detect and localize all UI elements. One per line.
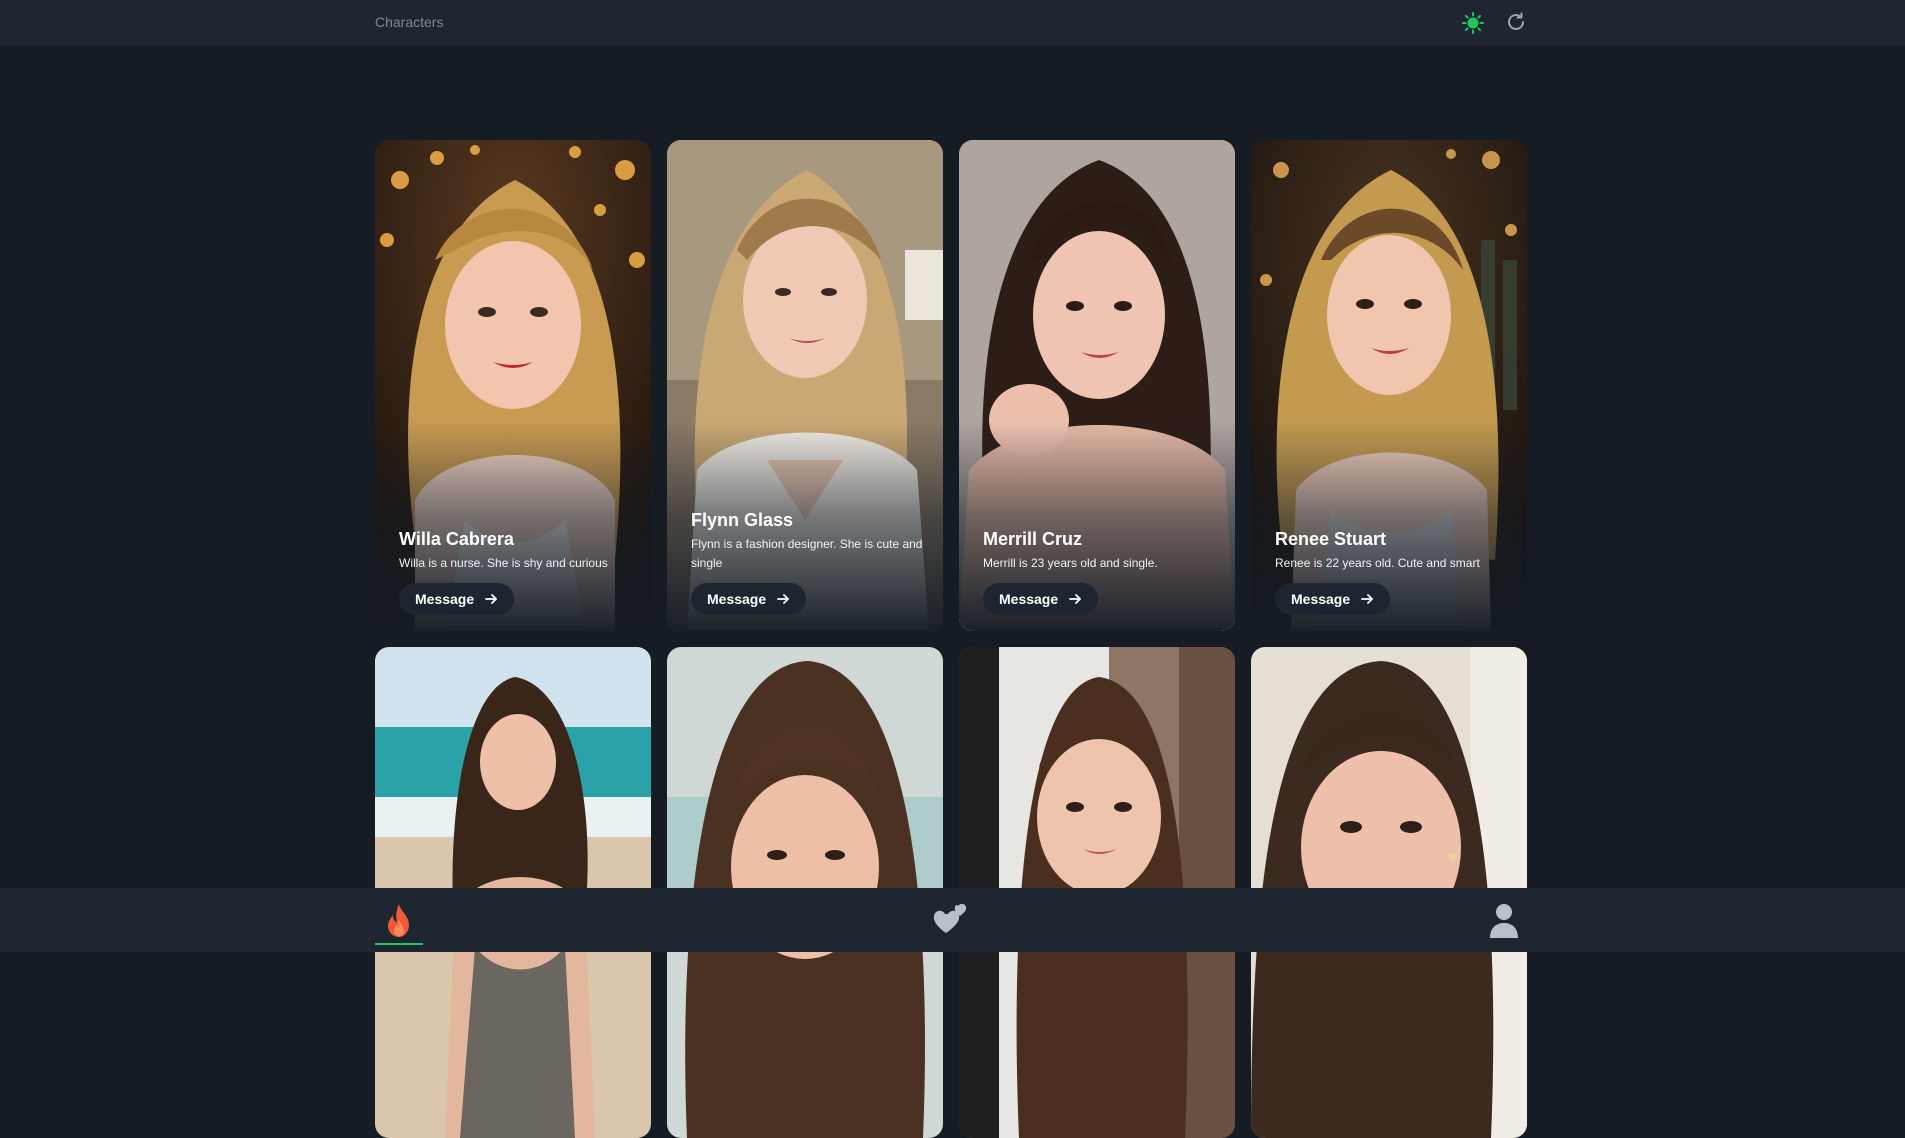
flame-icon — [388, 904, 409, 937]
card-info: Willa Cabrera Willa is a nurse. She is s… — [399, 529, 631, 615]
character-card[interactable]: Merrill Cruz Merrill is 23 years old and… — [959, 140, 1235, 631]
hearts-icon — [933, 903, 967, 933]
nav-favorites[interactable] — [928, 900, 976, 940]
nav-discover[interactable] — [375, 900, 423, 945]
card-info: Flynn Glass Flynn is a fashion designer.… — [691, 510, 923, 615]
message-button[interactable]: Message — [1275, 583, 1391, 615]
nav-profile[interactable] — [1480, 900, 1528, 940]
person-icon — [1490, 904, 1518, 938]
sun-status-icon[interactable] — [1462, 12, 1484, 34]
character-card[interactable]: Flynn Glass Flynn is a fashion designer.… — [667, 140, 943, 631]
page-title: Characters — [375, 14, 444, 30]
character-name: Flynn Glass — [691, 510, 794, 530]
character-name: Willa Cabrera — [399, 529, 514, 549]
character-description: Willa is a nurse. She is shy and curious — [399, 556, 608, 570]
character-grid: Willa Cabrera Willa is a nurse. She is s… — [375, 140, 1528, 1138]
card-info: Merrill Cruz Merrill is 23 years old and… — [983, 529, 1215, 615]
arrow-right-icon — [777, 594, 790, 604]
message-button[interactable]: Message — [399, 583, 515, 615]
message-label: Message — [415, 591, 475, 607]
bottom-nav — [0, 888, 1905, 952]
character-description: Flynn is a fashion designer. She is cute… — [691, 537, 923, 570]
refresh-icon[interactable] — [1504, 10, 1528, 34]
message-label: Message — [1291, 591, 1351, 607]
message-label: Message — [999, 591, 1059, 607]
arrow-right-icon — [1361, 594, 1374, 604]
character-description: Renee is 22 years old. Cute and smart — [1275, 556, 1480, 570]
top-bar: Characters — [0, 0, 1905, 47]
message-label: Message — [707, 591, 767, 607]
card-info: Renee Stuart Renee is 22 years old. Cute… — [1275, 529, 1507, 615]
arrow-right-icon — [485, 594, 498, 604]
character-name: Renee Stuart — [1275, 529, 1387, 549]
arrow-right-icon — [1069, 594, 1082, 604]
character-card[interactable]: Willa Cabrera Willa is a nurse. She is s… — [375, 140, 651, 631]
character-name: Merrill Cruz — [983, 529, 1083, 549]
message-button[interactable]: Message — [691, 583, 807, 615]
character-description: Merrill is 23 years old and single. — [983, 556, 1158, 570]
active-tab-indicator — [375, 943, 423, 945]
message-button[interactable]: Message — [983, 583, 1099, 615]
character-card[interactable]: Renee Stuart Renee is 22 years old. Cute… — [1251, 140, 1527, 631]
